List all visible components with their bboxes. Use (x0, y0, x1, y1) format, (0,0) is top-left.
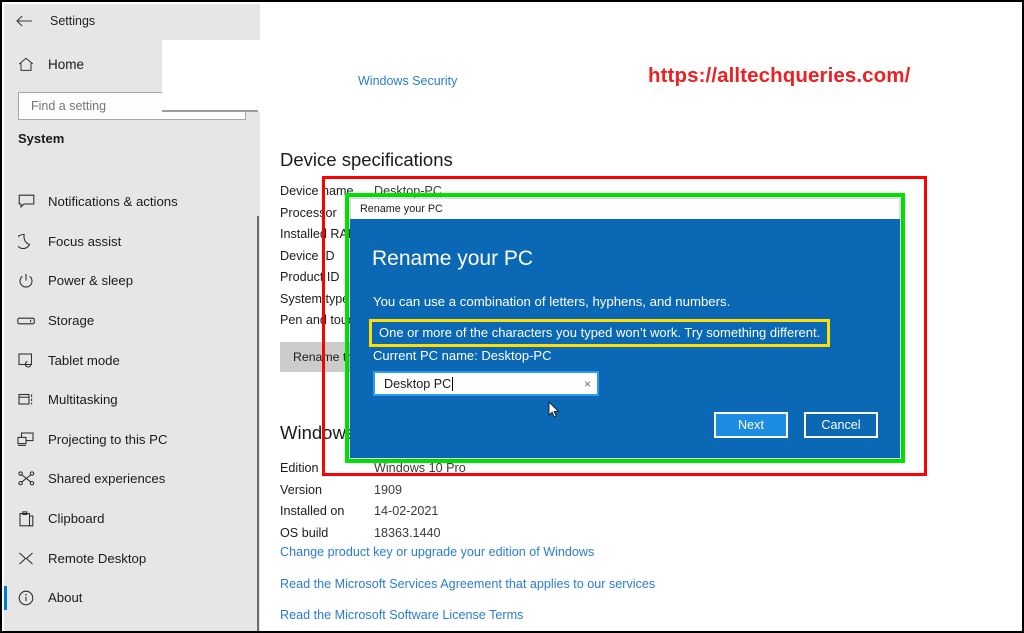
cancel-button[interactable]: Cancel (804, 412, 878, 438)
services-agreement-link[interactable]: Read the Microsoft Services Agreement th… (280, 577, 655, 591)
device-specifications-heading: Device specifications (280, 149, 453, 170)
redaction-overlay (162, 40, 262, 112)
window-titlebar: Settings (4, 4, 260, 38)
change-product-key-link[interactable]: Change product key or upgrade your editi… (280, 545, 594, 559)
current-pc-name-text: Current PC name: Desktop-PC (373, 348, 552, 363)
selection-accent (4, 230, 7, 254)
spec-label: Installed on (280, 504, 345, 518)
selection-accent (4, 309, 7, 333)
sidebar-item-label: Clipboard (48, 511, 105, 527)
sidebar-home-label: Home (48, 56, 85, 72)
sidebar-item-storage[interactable]: Storage (4, 301, 260, 341)
selection-accent (4, 269, 7, 293)
error-message-highlight: One or more of the characters you typed … (369, 319, 831, 347)
dialog-titlebar: Rename your PC (350, 198, 900, 219)
pc-name-input-value: Desktop PC (384, 376, 454, 391)
dialog-heading: Rename your PC (372, 247, 534, 270)
rename-pc-dialog: Rename your PC Rename your PC You can us… (350, 198, 900, 458)
spec-row: OS build 18363.1440 (280, 526, 466, 548)
sidebar-item-notifications[interactable]: Notifications & actions (4, 182, 260, 222)
sidebar-item-shared-experiences[interactable]: Shared experiences (4, 459, 260, 499)
spec-value: 1909 (374, 482, 403, 497)
selection-accent (4, 348, 7, 372)
spec-label: Version (280, 482, 323, 497)
notification-icon (4, 194, 48, 209)
sidebar-item-label: Remote Desktop (48, 550, 147, 566)
search-box-underline (162, 110, 258, 112)
selection-accent (4, 467, 7, 491)
sidebar-item-label: Multitasking (48, 392, 118, 408)
sidebar-item-tablet-mode[interactable]: Tablet mode (4, 340, 260, 380)
remote-desktop-icon (4, 551, 48, 566)
error-message-text: One or more of the characters you typed … (379, 325, 821, 340)
sidebar-item-label: Storage (48, 313, 95, 329)
screenshot-root: Settings Home Find a setting System Noti… (0, 0, 1024, 633)
sidebar-item-label: Tablet mode (48, 352, 120, 368)
window-title: Settings (50, 14, 96, 28)
clear-input-icon[interactable]: × (584, 378, 591, 390)
site-watermark: https://alltechqueries.com/ (648, 64, 911, 87)
dialog-titlebar-text: Rename your PC (360, 203, 443, 215)
dialog-button-row: Next Cancel (714, 412, 878, 438)
dialog-subtitle: You can use a combination of letters, hy… (373, 294, 731, 309)
info-icon (4, 590, 48, 606)
storage-icon (4, 316, 48, 326)
spec-row: Version 1909 (280, 483, 466, 505)
sidebar-item-label: Power & sleep (48, 273, 134, 289)
sidebar-item-multitasking[interactable]: Multitasking (4, 380, 260, 420)
windows-security-link[interactable]: Windows Security (358, 74, 457, 88)
dialog-body: Rename your PC You can use a combination… (350, 219, 900, 458)
sidebar-item-remote-desktop[interactable]: Remote Desktop (4, 538, 260, 578)
spec-value: 14-02-2021 (374, 504, 439, 518)
sidebar-item-label: About (48, 590, 83, 606)
shared-icon (4, 471, 48, 486)
settings-window: Settings Home Find a setting System Noti… (4, 4, 1022, 631)
selection-accent (4, 585, 7, 610)
projecting-icon (4, 432, 48, 447)
spec-value: 18363.1440 (374, 525, 441, 540)
software-license-terms-link[interactable]: Read the Microsoft Software License Term… (280, 608, 523, 622)
sidebar-item-power-sleep[interactable]: Power & sleep (4, 261, 260, 301)
back-arrow-icon[interactable] (4, 5, 44, 37)
sidebar-item-projecting[interactable]: Projecting to this PC (4, 420, 260, 460)
pc-name-input[interactable]: Desktop PC × (373, 371, 599, 396)
sidebar-section-title: System (18, 131, 65, 146)
next-button[interactable]: Next (714, 412, 788, 438)
text-caret (452, 376, 454, 391)
sidebar-item-focus-assist[interactable]: Focus assist (4, 222, 260, 262)
sidebar-item-label: Shared experiences (48, 471, 166, 487)
tablet-icon (4, 353, 48, 368)
spec-row: Installed on 14-02-2021 (280, 504, 466, 526)
sidebar-item-about[interactable]: About (4, 578, 260, 618)
selection-accent (4, 507, 7, 531)
sidebar-scrollbar[interactable] (257, 216, 259, 631)
clipboard-icon (4, 510, 48, 527)
mouse-cursor-icon (548, 400, 560, 419)
search-placeholder: Find a setting (31, 99, 107, 113)
sidebar-item-clipboard[interactable]: Clipboard (4, 499, 260, 539)
selection-accent (4, 546, 7, 570)
home-icon (4, 57, 48, 72)
sidebar-item-label: Focus assist (48, 233, 122, 249)
sidebar-item-label: Notifications & actions (48, 194, 178, 210)
spec-label: OS build (280, 525, 329, 540)
sidebar-item-label: Projecting to this PC (48, 431, 168, 447)
moon-icon (4, 233, 48, 250)
sidebar-nav-list: Notifications & actions Focus assist Pow… (4, 182, 260, 618)
power-icon (4, 273, 48, 289)
multitasking-icon (4, 392, 48, 407)
selection-accent (4, 388, 7, 412)
selection-accent (4, 428, 7, 452)
selection-accent (4, 190, 7, 214)
